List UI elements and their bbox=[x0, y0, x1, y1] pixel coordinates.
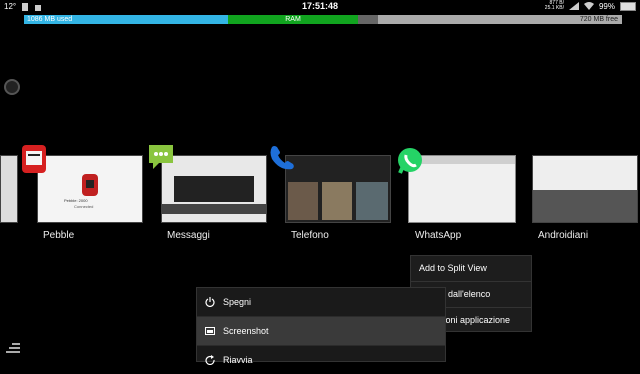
menu-grip-icon[interactable] bbox=[6, 343, 20, 353]
ram-usage-bar: 1086 MB used RAM 720 MB free bbox=[24, 15, 622, 24]
messages-icon bbox=[149, 145, 173, 169]
telefono-thumb-photo-3 bbox=[356, 182, 388, 220]
pebble-status-line: Connected bbox=[74, 204, 94, 209]
power-item-shutdown[interactable]: Spegni bbox=[197, 288, 445, 317]
messaggi-thumb-bar bbox=[162, 204, 266, 214]
androidiani-thumb-keyboard bbox=[533, 190, 637, 222]
pebble-watch-image bbox=[82, 174, 98, 196]
battery-percent: 99% bbox=[598, 1, 615, 11]
telefono-thumb-photo-1 bbox=[288, 182, 318, 220]
whatsapp-icon bbox=[398, 148, 422, 174]
power-item-shutdown-label: Spegni bbox=[223, 297, 252, 307]
recent-card-pebble[interactable]: Pebble: 2000 Connected bbox=[37, 155, 143, 223]
ram-free: 720 MB free bbox=[378, 15, 622, 24]
signal-icon bbox=[568, 2, 579, 10]
power-menu: Spegni Screenshot Riavvia bbox=[196, 287, 446, 365]
recent-card-androidiani[interactable] bbox=[532, 155, 638, 223]
recent-label-whatsapp: WhatsApp bbox=[415, 230, 462, 241]
status-bar: 12° 17:51:48 877 B/ 25.1 KB/ 99% bbox=[0, 0, 640, 14]
telefono-thumb-photo-2 bbox=[322, 182, 352, 220]
ram-label: RAM bbox=[228, 15, 358, 24]
ram-cached bbox=[358, 15, 378, 24]
recent-label-telefono: Telefono bbox=[291, 230, 329, 241]
reboot-icon bbox=[205, 355, 215, 365]
network-speed: 877 B/ 25.1 KB/ bbox=[544, 0, 564, 11]
phone-icon bbox=[270, 146, 294, 170]
power-icon bbox=[205, 297, 215, 307]
recent-label-androidiani: Androidiani bbox=[538, 230, 589, 241]
power-item-screenshot-label: Screenshot bbox=[223, 326, 269, 336]
pebble-status-text: Pebble: 2000 bbox=[64, 198, 88, 203]
power-item-reboot-label: Riavvia bbox=[223, 355, 253, 365]
floating-circle-button[interactable] bbox=[4, 79, 20, 95]
recent-card-partial[interactable] bbox=[0, 155, 18, 223]
recent-card-whatsapp[interactable] bbox=[408, 155, 516, 223]
screenshot-icon bbox=[205, 327, 215, 335]
recent-label-pebble: Pebble bbox=[43, 230, 75, 241]
battery-icon bbox=[620, 1, 636, 11]
ram-used: 1086 MB used bbox=[24, 15, 228, 24]
menu-item-split-view[interactable]: Add to Split View bbox=[411, 256, 531, 282]
recent-card-messaggi[interactable] bbox=[161, 155, 267, 223]
power-item-screenshot[interactable]: Screenshot bbox=[197, 317, 445, 346]
recent-card-telefono[interactable] bbox=[285, 155, 391, 223]
wifi-icon bbox=[583, 2, 594, 10]
messaggi-thumb-dark bbox=[174, 176, 254, 202]
recent-label-messaggi: Messaggi bbox=[167, 230, 210, 241]
power-item-reboot[interactable]: Riavvia bbox=[197, 346, 445, 374]
pebble-icon bbox=[22, 145, 46, 173]
whatsapp-thumb-header bbox=[409, 156, 515, 164]
